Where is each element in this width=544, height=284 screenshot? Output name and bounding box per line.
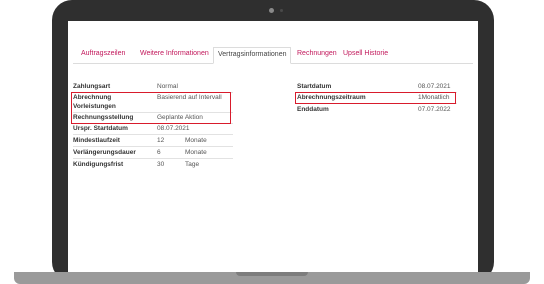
row-divider (73, 146, 233, 147)
camera-led-icon (280, 9, 283, 12)
field-value-urspr-startdatum: 08.07.2021 (157, 125, 190, 132)
field-label-urspr-startdatum: Urspr. Startdatum (73, 125, 128, 132)
field-label-zahlungsart: Zahlungsart (73, 83, 111, 90)
field-value-enddatum: 07.07.2022 (418, 106, 451, 113)
field-label-verlaengerungsdauer: Verlängerungsdauer (73, 149, 136, 156)
field-value-kuendigungsfrist: 30 (157, 161, 165, 168)
row-divider (73, 134, 233, 135)
camera-icon (269, 8, 274, 13)
field-value-startdatum: 08.07.2021 (418, 83, 451, 90)
field-label-enddatum: Enddatum (297, 106, 329, 113)
tab-vertragsinformationen[interactable]: Vertragsinformationen (213, 47, 292, 64)
tab-weitere-informationen[interactable]: Weitere Informationen (140, 47, 209, 63)
row-divider (73, 158, 233, 159)
screen: Auftragszeilen Weitere Informationen Ver… (68, 21, 478, 272)
field-label-startdatum: Startdatum (297, 83, 332, 90)
field-label-kuendigungsfrist: Kündigungsfrist (73, 161, 124, 168)
highlight-box-billing-period (295, 92, 456, 104)
highlight-box-billing (71, 92, 231, 124)
field-unit-kuendigungsfrist: Tage (185, 161, 200, 168)
field-value-zahlungsart: Normal (157, 83, 178, 90)
tab-bar: Auftragszeilen Weitere Informationen Ver… (73, 47, 473, 64)
laptop-mockup: Auftragszeilen Weitere Informationen Ver… (0, 0, 544, 284)
laptop-base-notch (236, 272, 308, 276)
field-value-verlaengerungsdauer: 6 (157, 149, 161, 156)
tab-upsell-historie[interactable]: Upsell Historie (343, 47, 388, 63)
field-label-mindestlaufzeit: Mindestlaufzeit (73, 137, 120, 144)
tab-auftragszeilen[interactable]: Auftragszeilen (81, 47, 125, 63)
field-value-mindestlaufzeit: 12 (157, 137, 165, 144)
field-unit-verlaengerungsdauer: Monate (185, 149, 207, 156)
tab-rechnungen[interactable]: Rechnungen (297, 47, 337, 63)
laptop-lid: Auftragszeilen Weitere Informationen Ver… (52, 0, 494, 282)
field-unit-mindestlaufzeit: Monate (185, 137, 207, 144)
